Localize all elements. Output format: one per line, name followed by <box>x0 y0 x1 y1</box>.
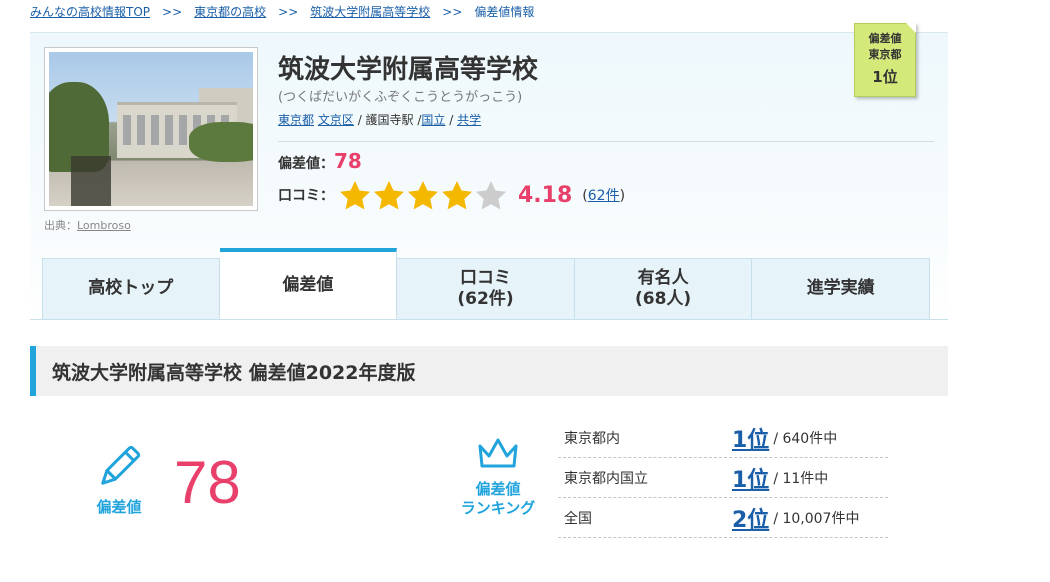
ward-link[interactable]: 文京区 <box>318 113 354 127</box>
ranking-total: / 11件中 <box>773 470 829 487</box>
ranking-area: 全国 <box>564 510 592 527</box>
tab-school-top[interactable]: 高校トップ <box>42 258 220 320</box>
breadcrumb: みんなの高校情報TOP >> 東京都の高校 >> 筑波大学附属高等学校 >> 偏差値情報 <box>30 3 534 20</box>
photo-credit: 出典：Lombroso <box>44 217 131 233</box>
tab-admissions[interactable]: 進学実績 <box>752 258 930 320</box>
deviation-summary: 偏差値：78 <box>278 149 362 173</box>
ranking-position-link[interactable]: 1位 <box>732 462 769 494</box>
review-count: (62件) <box>582 188 626 204</box>
tab-label: 高校トップ <box>88 278 174 299</box>
ranking-row: 東京都内 1位 / 640件中 <box>558 418 888 458</box>
star-empty-icon <box>476 181 506 210</box>
tabs-baseline <box>30 319 948 320</box>
review-summary-label: 口コミ： <box>278 188 334 204</box>
breadcrumb-item-prefecture[interactable]: 東京都の高校 <box>194 5 266 19</box>
tab-bar: 高校トップ 偏差値 口コミ (62件) 有名人 (68人) 進学実績 <box>42 248 930 320</box>
ranking-row: 東京都内国立 1位 / 11件中 <box>558 458 888 498</box>
breadcrumb-separator: >> <box>162 5 183 19</box>
station-text: 護国寺駅 <box>365 113 414 127</box>
ranking-total: / 10,007件中 <box>773 510 860 527</box>
star-filled-icon <box>374 181 404 210</box>
ranking-icon-label: 偏差値 ランキング <box>450 480 546 518</box>
rank-badge-line1: 偏差値 <box>868 32 902 45</box>
ranking-position-link[interactable]: 1位 <box>732 422 769 454</box>
review-score: 4.18 <box>518 182 573 208</box>
photo-credit-label: 出典： <box>44 219 77 232</box>
ranking-position-link[interactable]: 2位 <box>732 502 769 534</box>
rank-badge: 偏差値 東京都 1位 <box>854 23 916 97</box>
star-filled-icon <box>408 181 438 210</box>
ranking-table: 東京都内 1位 / 640件中 東京都内国立 1位 / 11件中 全国 2位 /… <box>558 418 888 538</box>
photo-credit-link[interactable]: Lombroso <box>77 219 131 232</box>
breadcrumb-item-school[interactable]: 筑波大学附属高等学校 <box>310 5 430 19</box>
review-count-link[interactable]: 62件 <box>588 188 620 204</box>
deviation-summary-value: 78 <box>334 149 362 173</box>
breadcrumb-item-current: 偏差値情報 <box>474 5 535 19</box>
deviation-icon-block: 偏差値 <box>84 440 154 517</box>
breadcrumb-item-top[interactable]: みんなの高校情報TOP <box>30 5 150 19</box>
star-filled-icon <box>442 181 472 210</box>
ranking-area: 東京都内 <box>564 430 620 447</box>
header-divider <box>278 141 934 142</box>
tab-label: 口コミ <box>460 267 511 288</box>
tab-sub-label: (68人) <box>634 289 692 309</box>
school-type-link[interactable]: 国立 <box>421 113 445 127</box>
breadcrumb-separator: >> <box>278 5 299 19</box>
school-kana: (つくばだいがくふぞくこうとうがっこう) <box>278 90 523 105</box>
section-title: 筑波大学附属高等学校 偏差値2022年度版 <box>30 346 948 396</box>
deviation-value: 78 <box>174 449 241 516</box>
tab-label: 進学実績 <box>806 278 875 299</box>
school-photo <box>49 52 253 206</box>
school-name: 筑波大学附属高等学校 <box>278 55 539 85</box>
ranking-row: 全国 2位 / 10,007件中 <box>558 498 888 538</box>
ranking-icon-label-line2: ランキング <box>460 498 536 517</box>
prefecture-link[interactable]: 東京都 <box>278 113 314 127</box>
tab-label: 偏差値 <box>282 275 334 296</box>
school-meta: 東京都 文京区 / 護国寺駅 /国立 / 共学 <box>278 113 482 127</box>
rank-badge-line2: 東京都 <box>868 48 902 61</box>
pencil-icon <box>101 445 141 485</box>
review-summary: 口コミ： 4.18 (62件) <box>278 179 625 211</box>
tab-sub-label: (62件) <box>457 289 514 309</box>
deviation-summary-label: 偏差値： <box>278 156 334 172</box>
tab-deviation[interactable]: 偏差値 <box>219 248 398 320</box>
breadcrumb-separator: >> <box>442 5 463 19</box>
crown-icon <box>478 438 518 468</box>
tab-reviews[interactable]: 口コミ (62件) <box>397 258 575 320</box>
ranking-icon-block: 偏差値 ランキング <box>450 436 546 518</box>
rating-stars <box>338 179 508 211</box>
ranking-area: 東京都内国立 <box>564 470 648 487</box>
tab-famous-people[interactable]: 有名人 (68人) <box>574 258 753 320</box>
rank-badge-line3: 1位 <box>872 68 898 86</box>
deviation-icon-label: 偏差値 <box>96 498 142 516</box>
school-photo-frame <box>44 47 258 211</box>
tab-label: 有名人 <box>637 267 689 288</box>
star-filled-icon <box>340 181 370 210</box>
school-gender-link[interactable]: 共学 <box>457 113 481 127</box>
ranking-icon-label-line1: 偏差値 <box>475 480 521 498</box>
ranking-total: / 640件中 <box>773 430 838 447</box>
